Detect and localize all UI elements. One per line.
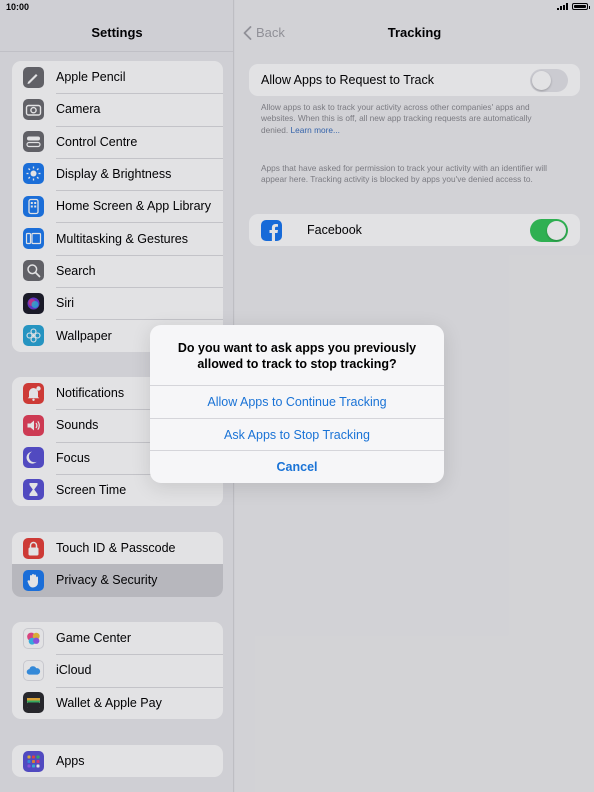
multitasking-icon — [23, 227, 44, 249]
game-center-icon — [23, 627, 44, 649]
sidebar-item-apple-pencil[interactable]: Apple Pencil — [12, 61, 223, 93]
sidebar-item-apps[interactable]: Apps — [12, 745, 223, 777]
sidebar-item-label: iCloud — [56, 663, 92, 678]
allow-request-toggle[interactable] — [530, 69, 568, 92]
sidebar-item-label: Siri — [56, 296, 75, 311]
app-row-facebook: Facebook — [249, 214, 580, 246]
sidebar-item-privacy-security[interactable]: Privacy & Security — [12, 564, 223, 597]
ask-stop-tracking-button[interactable]: Ask Apps to Stop Tracking — [150, 417, 444, 451]
pencil-icon — [23, 66, 44, 88]
allow-request-label: Allow Apps to Request to Track — [261, 73, 435, 87]
status-bar: 10:00 — [0, 0, 594, 16]
battery-icon — [572, 3, 590, 10]
facebook-icon — [261, 220, 282, 241]
speaker-icon — [23, 414, 44, 436]
learn-more-link[interactable]: Learn more... — [291, 125, 340, 135]
camera-icon — [23, 98, 44, 120]
sun-icon — [23, 163, 44, 185]
sidebar-item-label: Focus — [56, 450, 91, 465]
apps-footnote: Apps that have asked for permission to t… — [261, 163, 547, 185]
cloud-icon — [23, 659, 44, 681]
sidebar-item-display-brightness[interactable]: Display & Brightness — [12, 157, 223, 190]
sidebar-item-label: Screen Time — [56, 483, 127, 498]
sidebar-item-label: Apple Pencil — [56, 70, 126, 85]
hourglass-icon — [23, 479, 44, 501]
sidebar-item-label: Notifications — [56, 386, 125, 401]
toggles-icon — [23, 131, 44, 153]
wallet-icon — [23, 692, 44, 714]
sidebar-item-search[interactable]: Search — [12, 254, 223, 287]
sidebar-item-wallet-apple-pay[interactable]: Wallet & Apple Pay — [12, 686, 223, 719]
sidebar-item-label: Camera — [56, 102, 101, 117]
allow-footnote: Allow apps to ask to track your activity… — [261, 102, 532, 135]
sidebar-item-label: Privacy & Security — [56, 573, 158, 588]
stop-tracking-alert: Do you want to ask apps you previously a… — [150, 325, 444, 483]
sidebar-group-general: Apple Pencil Camera Control Centre Display … — [12, 61, 223, 352]
sidebar-title: Settings — [91, 25, 143, 40]
sidebar-group-security: Touch ID & Passcode Privacy & Security — [12, 532, 223, 597]
sidebar-item-label: Wallpaper — [56, 328, 112, 343]
facebook-tracking-toggle[interactable] — [530, 219, 568, 242]
nav-bar: Back Tracking — [235, 16, 594, 52]
sidebar-group-services: Game Center iCloud Wallet & Apple Pay — [12, 622, 223, 719]
hand-icon — [23, 569, 44, 591]
cancel-button[interactable]: Cancel — [150, 450, 444, 483]
siri-icon — [23, 292, 44, 314]
sidebar-item-label: Control Centre — [56, 134, 138, 149]
sidebar-item-label: Search — [56, 263, 96, 278]
sidebar-item-label: Touch ID & Passcode — [56, 541, 176, 556]
magnifier-icon — [23, 260, 44, 282]
sidebar-item-label: Display & Brightness — [56, 167, 172, 182]
sidebar-item-label: Wallet & Apple Pay — [56, 695, 162, 710]
alert-message: Do you want to ask apps you previously a… — [177, 341, 417, 371]
sidebar-item-multitasking-gestures[interactable]: Multitasking & Gestures — [12, 222, 223, 254]
allow-continue-tracking-button[interactable]: Allow Apps to Continue Tracking — [150, 385, 444, 418]
home-screen-icon — [23, 195, 44, 217]
sidebar-item-label: Apps — [56, 754, 85, 769]
sidebar-item-label: Game Center — [56, 631, 132, 646]
allow-request-row: Allow Apps to Request to Track — [249, 64, 580, 96]
sidebar-header: Settings — [0, 16, 233, 52]
sidebar-item-label: Sounds — [56, 418, 99, 433]
sidebar-item-home-screen-app-library[interactable]: Home Screen & App Library — [12, 190, 223, 222]
apps-grid-icon — [23, 750, 44, 772]
status-time: 10:00 — [6, 2, 30, 12]
sidebar-group-apps: Apps — [12, 745, 223, 778]
sidebar-item-siri[interactable]: Siri — [12, 287, 223, 319]
flower-icon — [23, 324, 44, 346]
bell-icon — [23, 382, 44, 404]
sidebar-item-touch-id-passcode[interactable]: Touch ID & Passcode — [12, 532, 223, 564]
sidebar-item-label: Multitasking & Gestures — [56, 231, 188, 246]
sidebar-item-label: Home Screen & App Library — [56, 199, 211, 214]
sidebar-item-camera[interactable]: Camera — [12, 93, 223, 125]
moon-icon — [23, 447, 44, 469]
facebook-label: Facebook — [307, 223, 362, 237]
sidebar-item-icloud[interactable]: iCloud — [12, 654, 223, 686]
sidebar-item-control-centre[interactable]: Control Centre — [12, 125, 223, 158]
page-title: Tracking — [387, 25, 442, 40]
lock-icon — [23, 537, 44, 559]
status-icons — [557, 3, 590, 10]
sidebar-item-game-center[interactable]: Game Center — [12, 622, 223, 654]
cellular-signal-icon — [557, 3, 568, 10]
